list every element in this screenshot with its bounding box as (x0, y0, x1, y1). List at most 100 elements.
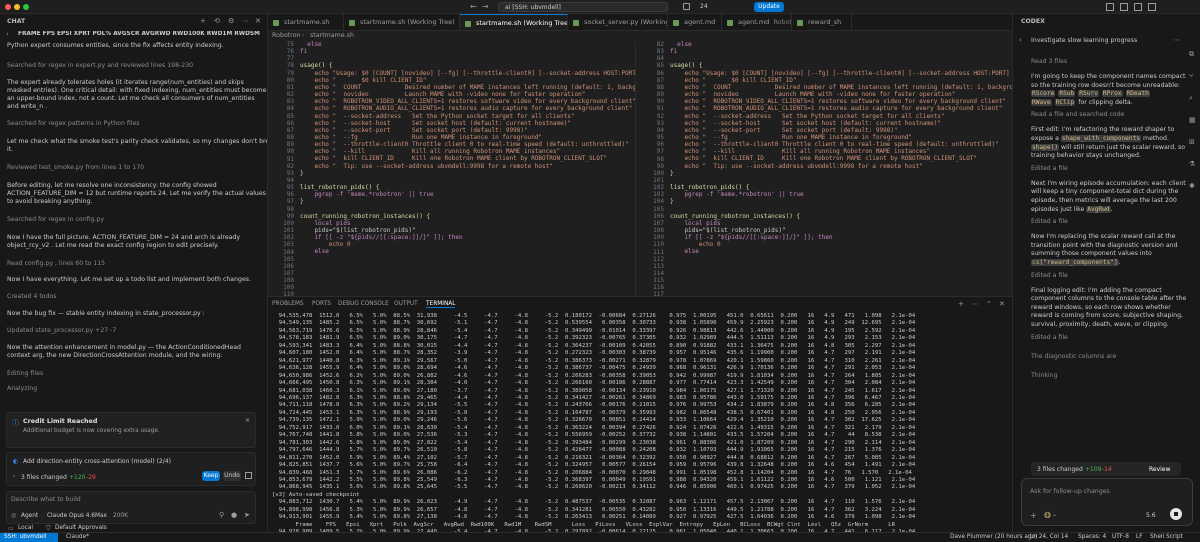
new-chat-icon[interactable]: + (200, 17, 206, 25)
search-icon[interactable]: ⌕ (1189, 94, 1193, 103)
file-icon (673, 20, 679, 26)
diff-icon[interactable] (245, 472, 252, 479)
chat-message: Python expert consumes entities, since t… (7, 42, 224, 49)
chevron-right-icon[interactable]: › (13, 473, 15, 480)
code-line: if [[ -z "${pids//[[:space:]]/}" ]]; the… (670, 234, 833, 242)
toggle-sidebar-icon[interactable] (1106, 3, 1114, 11)
line-endings[interactable]: LF (1136, 533, 1143, 542)
codex-text: reward is coming from score, subjective … (1031, 312, 1183, 320)
editor-tab[interactable]: startmame.sh (Working Tree)Robotron (460, 14, 568, 30)
local-select[interactable]: Local (18, 525, 33, 531)
panel-tab[interactable]: PORTS (312, 301, 331, 307)
chat-input-box[interactable]: Describe what to build ◎ Agent Claude Op… (6, 491, 256, 524)
codex-message-line: Edited a file (1031, 334, 1068, 341)
code-line: echo " ROBOTRON_AUDIO_ALL_CLIENTS=1 rest… (670, 105, 1003, 113)
dismiss-icon[interactable]: ✕ (245, 417, 250, 424)
panel-tab[interactable]: DEBUG CONSOLE (338, 301, 389, 307)
maximize-window-icon[interactable] (23, 4, 29, 10)
codex-input-placeholder: Ask for follow-up changes (1030, 488, 1110, 495)
panel-tab[interactable]: OUTPUT (394, 301, 418, 307)
chevron-left-icon[interactable]: ‹ (6, 30, 9, 38)
mic-icon[interactable]: ● (231, 511, 237, 519)
editor-tab-label: startmame.sh (Working Tree) (360, 18, 455, 26)
more-icon[interactable]: ⋯ (1173, 36, 1180, 44)
maximize-panel-icon[interactable]: ⌃ (986, 300, 992, 308)
settings-icon[interactable]: ⚙ (228, 17, 234, 25)
git-icon[interactable]: ⑂ (1189, 72, 1193, 80)
breadcrumb-file[interactable]: startmame.sh (310, 32, 354, 39)
chevron-down-icon[interactable]: ⌄ (1052, 511, 1057, 518)
line-number: 115 (653, 277, 664, 285)
editor-tab[interactable]: agent.mdRobotron (722, 14, 792, 30)
undo-button[interactable]: Undo (223, 471, 241, 481)
chat-message: ACTION_FEATURE_DIM = 12 but runtime repo… (7, 190, 266, 197)
progress-icon: ◐ (13, 458, 19, 465)
remote-icon[interactable]: ⊞ (1189, 138, 1195, 146)
customize-layout-icon[interactable] (1148, 3, 1156, 11)
terminal-line: 94,767,748 1441.8 5.8% 5.0% 89.0% 27,536… (272, 432, 916, 439)
line-number: 88 (286, 134, 294, 142)
review-button[interactable]: Review (1149, 466, 1170, 473)
copy-icon[interactable]: ⧉ (1189, 50, 1194, 59)
remote-indicator[interactable]: SSH: ubvmdell (0, 533, 58, 542)
toggle-secondary-sidebar-icon[interactable] (1134, 3, 1142, 11)
codex-input-box[interactable]: Ask for follow-up changes + ◍ ⌄ 5.6 (1021, 478, 1193, 526)
attach-icon[interactable]: ⚲ (219, 511, 224, 519)
chat-message: Now I have everything. Let me set up a t… (7, 276, 251, 283)
keep-button[interactable]: Keep (202, 471, 220, 481)
terminal-line: 94,535,478 1512.0 6.5% 5.0% 88.5% 31,938… (272, 313, 916, 319)
indentation[interactable]: Spaces: 4 (1078, 533, 1106, 542)
branch-indicator[interactable]: Claude* (66, 533, 89, 542)
add-icon[interactable]: + (1030, 511, 1037, 520)
editor-tab[interactable]: socket_server.py (Working Tree) (568, 14, 668, 30)
code-content: else fi usage() { echo "Usage: $0 [COUNT] … (670, 41, 1012, 256)
new-terminal-icon[interactable]: + (958, 300, 964, 308)
command-center-search[interactable]: ai [SSH: ubvmdell] (498, 2, 668, 12)
extensions-icon[interactable]: ▦ (1189, 116, 1196, 124)
openai-icon[interactable]: ✺ (1189, 182, 1195, 190)
encoding[interactable]: UTF-8 (1112, 533, 1129, 542)
cursor-position[interactable]: Ln 24, Col 14 (1030, 533, 1068, 542)
terminal-output[interactable]: 94,535,478 1512.0 6.5% 5.0% 88.5% 31,938… (272, 313, 915, 537)
layout-icon[interactable] (683, 3, 690, 10)
back-arrow-icon[interactable]: ← (470, 2, 477, 11)
update-button[interactable]: Update (754, 2, 784, 12)
forward-arrow-icon[interactable]: → (482, 2, 489, 11)
line-number: 109 (283, 284, 294, 292)
approval-mode-icon[interactable]: ◍ (1044, 510, 1051, 519)
line-number: 114 (653, 270, 664, 277)
diff-left-pane[interactable]: 75 76 77 78 79 80 81 82 83 84 85 86 87 88 89 90 91 92 93 94… (268, 41, 636, 296)
model-select[interactable]: Claude Opus 4.6 (47, 513, 95, 519)
panel-tab[interactable]: TERMINAL (426, 301, 456, 308)
send-icon[interactable]: ➤ (244, 511, 250, 519)
diff-right-pane[interactable]: 82 83 84 85 86 87 88 89 90 91 92 93 94 95 96 97 98 99 100 1… (638, 41, 1012, 296)
close-window-icon[interactable] (5, 4, 11, 10)
codex-model-select[interactable]: 5.6 (1146, 512, 1156, 519)
test-icon[interactable]: ⚗ (1189, 160, 1195, 168)
agent-mode-select[interactable]: Agent (21, 513, 38, 519)
editor-tab[interactable]: startmame.sh (268, 14, 344, 30)
effort-select[interactable]: Max (95, 513, 107, 519)
more-icon[interactable]: ⋯ (242, 17, 249, 25)
editor-tab[interactable]: reward_sh (792, 14, 852, 30)
close-icon[interactable]: ✕ (255, 17, 261, 25)
codex-text: First edit: I'm refactoring the reward s… (1031, 126, 1175, 134)
approvals-select[interactable]: Default Approvals (55, 525, 107, 531)
toggle-panel-icon[interactable] (1120, 3, 1128, 11)
terminal-line: 94,797,646 1444.9 5.7% 5.0% 89.7% 26,510… (272, 447, 916, 454)
editor-tab[interactable]: agent.md (668, 14, 722, 30)
editor-tab[interactable]: startmame.sh (Working Tree)Tempest (344, 14, 460, 30)
more-icon[interactable]: ⋯ (972, 300, 979, 308)
chevron-left-icon[interactable]: ‹ (1019, 36, 1022, 44)
chat-panel: CHAT + ⟲ ⚙ ⋯ ✕ ‹ FRAME FPS EPSI XPRT POL… (0, 14, 268, 532)
breadcrumb-folder[interactable]: Robotron (272, 32, 301, 39)
panel-tab[interactable]: PROBLEMS (272, 301, 304, 307)
git-blame[interactable]: Dave Plummer (20 hours ago) (950, 533, 1037, 542)
line-number: 110 (653, 241, 664, 249)
language-mode[interactable]: Shell Script (1150, 533, 1183, 542)
history-icon[interactable]: ⟲ (214, 17, 220, 25)
minimize-window-icon[interactable] (14, 4, 20, 10)
line-number: 103 (653, 191, 664, 199)
close-panel-icon[interactable]: ✕ (999, 300, 1005, 308)
